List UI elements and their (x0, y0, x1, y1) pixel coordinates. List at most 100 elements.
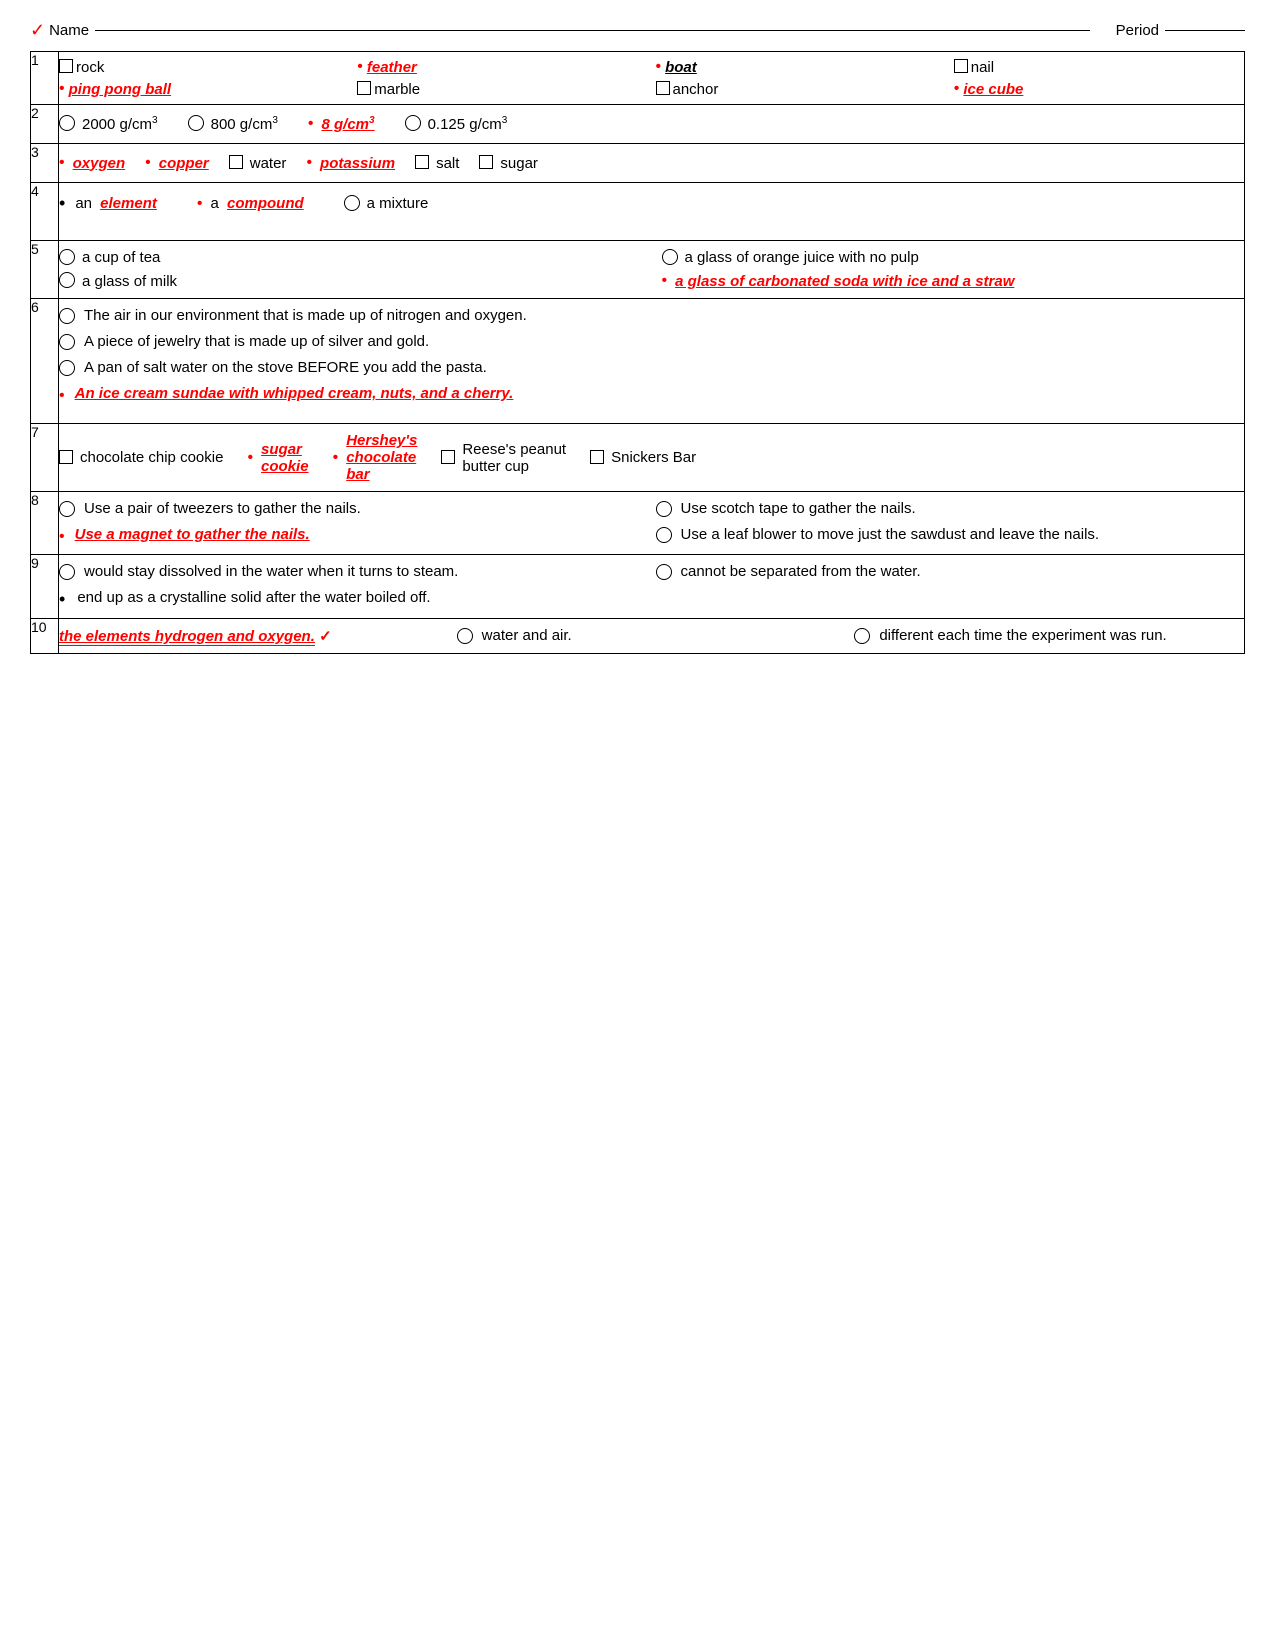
checkbox-salt[interactable] (415, 155, 429, 169)
radio-different[interactable] (854, 628, 870, 644)
label-crystalline: end up as a crystalline solid after the … (77, 589, 430, 606)
row1-item-feather: • feather (357, 58, 647, 76)
bullet-oxygen: • (59, 154, 65, 172)
radio-800[interactable] (188, 115, 204, 131)
bullet-boat: • (656, 58, 662, 76)
label-air: The air in our environment that is made … (84, 307, 527, 324)
radio-separated[interactable] (656, 564, 672, 580)
row1-item-anchor: anchor (656, 80, 946, 98)
radio-0125[interactable] (405, 115, 421, 131)
label-hersheys: Hershey'schocolatebar (346, 432, 417, 483)
header-checkmark: ✓ (30, 20, 45, 41)
radio-2000[interactable] (59, 115, 75, 131)
checkbox-reeses[interactable] (441, 450, 455, 464)
radio-milk[interactable] (59, 272, 75, 288)
checkbox-sugar[interactable] (479, 155, 493, 169)
row9-grid: would stay dissolved in the water when i… (59, 555, 1244, 618)
row8-grid: Use a pair of tweezers to gather the nai… (59, 492, 1244, 554)
row7-flex: chocolate chip cookie • sugarcookie • He… (59, 424, 1244, 491)
radio-tea[interactable] (59, 249, 75, 265)
row-number-5: 5 (31, 241, 59, 299)
label-mixture: a mixture (367, 195, 429, 212)
row-number-3: 3 (31, 144, 59, 183)
radio-jewelry[interactable] (59, 334, 75, 350)
label-jewelry: A piece of jewelry that is made up of si… (84, 333, 429, 350)
radio-tweezers[interactable] (59, 501, 75, 517)
row-number-8: 8 (31, 492, 59, 555)
radio-pan[interactable] (59, 360, 75, 376)
row5-grid: a cup of tea a glass of orange juice wit… (59, 241, 1244, 298)
label-oxygen: oxygen (73, 155, 126, 172)
checkbox-chocchip[interactable] (59, 450, 73, 464)
label-different: different each time the experiment was r… (879, 627, 1166, 644)
label-800: 800 g/cm3 (211, 115, 278, 133)
label-icecream: An ice cream sundae with whipped cream, … (75, 385, 514, 402)
row7-item-snickers: Snickers Bar (590, 449, 696, 466)
bullet-compound: • (197, 195, 203, 213)
row4-item-compound: • a compound (197, 195, 304, 213)
checkmark-hydrogen: ✓ (319, 628, 332, 645)
row-number-9: 9 (31, 555, 59, 619)
row8-item-tweezers: Use a pair of tweezers to gather the nai… (59, 500, 648, 518)
row-9-content: would stay dissolved in the water when i… (59, 555, 1245, 619)
table-row: 1 rock • feather • boat (31, 52, 1245, 105)
bullet-sugarcookie: • (247, 449, 253, 467)
row-number-7: 7 (31, 424, 59, 492)
row3-item-copper: • copper (145, 154, 209, 172)
table-row: 10 the elements hydrogen and oxygen. ✓ w… (31, 619, 1245, 654)
radio-mixture[interactable] (344, 195, 360, 211)
label-nail: nail (971, 59, 994, 76)
row-10-content: the elements hydrogen and oxygen. ✓ wate… (59, 619, 1245, 654)
checkbox-anchor[interactable] (656, 81, 670, 95)
row1-item-nail: nail (954, 58, 1244, 76)
row2-item-8: • 8 g/cm3 (308, 115, 375, 133)
row8-item-tape: Use scotch tape to gather the nails. (656, 500, 1245, 518)
radio-air[interactable] (59, 308, 75, 324)
radio-leafblower[interactable] (656, 527, 672, 543)
bullet-element: • (59, 193, 65, 214)
label-8gcm: 8 g/cm3 (321, 115, 374, 133)
row-number-4: 4 (31, 183, 59, 241)
row3-item-potassium: • potassium (306, 154, 395, 172)
table-row: 6 The air in our environment that is mad… (31, 299, 1245, 424)
checkbox-rock[interactable] (59, 59, 73, 73)
bullet-icecube: • (954, 80, 960, 98)
header: ✓ Name Period (30, 20, 1245, 41)
row6-list: The air in our environment that is made … (59, 299, 1244, 413)
bullet-magnet: • (59, 528, 65, 546)
row6-item-pan: A pan of salt water on the stove BEFORE … (59, 359, 1244, 377)
row-1-content: rock • feather • boat nail (59, 52, 1245, 105)
row1-grid: rock • feather • boat nail (59, 52, 1244, 104)
table-row: 4 • an element • a compound a mixture (31, 183, 1245, 241)
row2-item-0125: 0.125 g/cm3 (405, 115, 508, 133)
label-pingpong: ping pong ball (69, 81, 171, 98)
bullet-pingpong: • (59, 80, 65, 98)
radio-steam[interactable] (59, 564, 75, 580)
checkbox-marble[interactable] (357, 81, 371, 95)
row1-item-marble: marble (357, 80, 647, 98)
radio-oj[interactable] (662, 249, 678, 265)
row3-item-sugar: sugar (479, 155, 538, 172)
checkbox-snickers[interactable] (590, 450, 604, 464)
label-tape: Use scotch tape to gather the nails. (681, 500, 916, 517)
radio-tape[interactable] (656, 501, 672, 517)
label-salt: salt (436, 155, 459, 172)
radio-waterair[interactable] (457, 628, 473, 644)
label-sugarcookie: sugarcookie (261, 441, 309, 475)
label-2000: 2000 g/cm3 (82, 115, 158, 133)
label-magnet: Use a magnet to gather the nails. (75, 526, 310, 543)
checkbox-water[interactable] (229, 155, 243, 169)
row9-item-crystalline: • end up as a crystalline solid after th… (59, 589, 1244, 610)
row4-item-mixture: a mixture (344, 195, 429, 212)
row6-item-icecream: • An ice cream sundae with whipped cream… (59, 385, 1244, 405)
bullet-crystalline: • (59, 589, 65, 610)
row8-item-magnet: • Use a magnet to gather the nails. (59, 526, 648, 546)
row1-item-rock: rock (59, 58, 349, 76)
row8-item-leafblower: Use a leaf blower to move just the sawdu… (656, 526, 1245, 546)
row3-item-water: water (229, 155, 287, 172)
checkbox-nail[interactable] (954, 59, 968, 73)
name-label: Name (49, 22, 89, 39)
bullet-hersheys: • (333, 449, 339, 467)
label-0125: 0.125 g/cm3 (428, 115, 508, 133)
row-8-content: Use a pair of tweezers to gather the nai… (59, 492, 1245, 555)
